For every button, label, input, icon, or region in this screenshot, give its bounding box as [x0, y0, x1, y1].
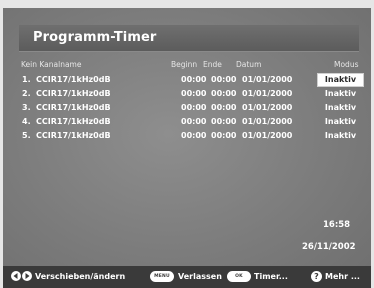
column-header-begin: Beginn: [171, 60, 198, 69]
help-bar: Verschieben/ändern MENU Verlassen OK Tim…: [3, 266, 371, 288]
timer-date: 01/01/2000: [242, 117, 293, 126]
end-time: 00:00: [211, 117, 237, 126]
ok-key: OK: [227, 271, 251, 282]
tv-screen: Programm-Timer Kein Kanalname Beginn End…: [3, 8, 371, 288]
timer-row-4[interactable]: 4. CCIR17/1kHz0dB 00:00 00:00 01/01/2000…: [19, 116, 364, 128]
timer-date: 01/01/2000: [242, 75, 293, 84]
end-time: 00:00: [211, 131, 237, 140]
begin-time: 00:00: [181, 75, 207, 84]
help-icon: ?: [311, 271, 322, 282]
column-header-end: Ende: [203, 60, 222, 69]
title-bar: Programm-Timer: [19, 25, 359, 52]
begin-time: 00:00: [181, 117, 207, 126]
arrow-right-icon: [22, 271, 32, 281]
hint-more: Mehr ...: [325, 272, 360, 281]
timer-date: 01/01/2000: [242, 89, 293, 98]
channel-name: CCIR17/1kHz0dB: [36, 89, 111, 98]
mode-selector[interactable]: Inaktiv: [318, 116, 363, 128]
row-number: 5.: [22, 131, 31, 140]
channel-name: CCIR17/1kHz0dB: [36, 75, 111, 84]
end-time: 00:00: [211, 89, 237, 98]
menu-key: MENU: [150, 271, 174, 282]
channel-name: CCIR17/1kHz0dB: [36, 117, 111, 126]
end-time: 00:00: [211, 75, 237, 84]
row-number: 4.: [22, 117, 31, 126]
column-header-mode: Modus: [334, 60, 359, 69]
row-number: 3.: [22, 103, 31, 112]
hint-move-change: Verschieben/ändern: [35, 272, 126, 281]
row-number: 2.: [22, 89, 31, 98]
channel-name: CCIR17/1kHz0dB: [36, 103, 111, 112]
timer-row-2[interactable]: 2. CCIR17/1kHz0dB 00:00 00:00 01/01/2000…: [19, 88, 364, 100]
begin-time: 00:00: [181, 131, 207, 140]
begin-time: 00:00: [181, 103, 207, 112]
timer-row-5[interactable]: 5. CCIR17/1kHz0dB 00:00 00:00 01/01/2000…: [19, 130, 364, 142]
clock-date: 26/11/2002: [302, 242, 356, 252]
arrow-left-icon: [11, 271, 21, 281]
timer-row-1[interactable]: 1. CCIR17/1kHz0dB 00:00 00:00 01/01/2000…: [19, 74, 364, 86]
begin-time: 00:00: [181, 89, 207, 98]
clock-time: 16:58: [323, 220, 351, 230]
page-title: Programm-Timer: [33, 30, 157, 45]
row-number: 1.: [22, 75, 31, 84]
hint-exit: Verlassen: [178, 272, 222, 281]
programm-timer-menu: Programm-Timer Kein Kanalname Beginn End…: [3, 8, 371, 288]
timer-date: 01/01/2000: [242, 131, 293, 140]
mode-selector[interactable]: Inaktiv: [318, 130, 363, 142]
timer-row-3[interactable]: 3. CCIR17/1kHz0dB 00:00 00:00 01/01/2000…: [19, 102, 364, 114]
timer-date: 01/01/2000: [242, 103, 293, 112]
column-header-date: Datum: [236, 60, 262, 69]
end-time: 00:00: [211, 103, 237, 112]
column-header-channel: Kein Kanalname: [21, 60, 82, 69]
channel-name: CCIR17/1kHz0dB: [36, 131, 111, 140]
mode-selector[interactable]: Inaktiv: [318, 74, 363, 86]
hint-timer: Timer...: [254, 272, 288, 281]
mode-selector[interactable]: Inaktiv: [318, 88, 363, 100]
mode-selector[interactable]: Inaktiv: [318, 102, 363, 114]
